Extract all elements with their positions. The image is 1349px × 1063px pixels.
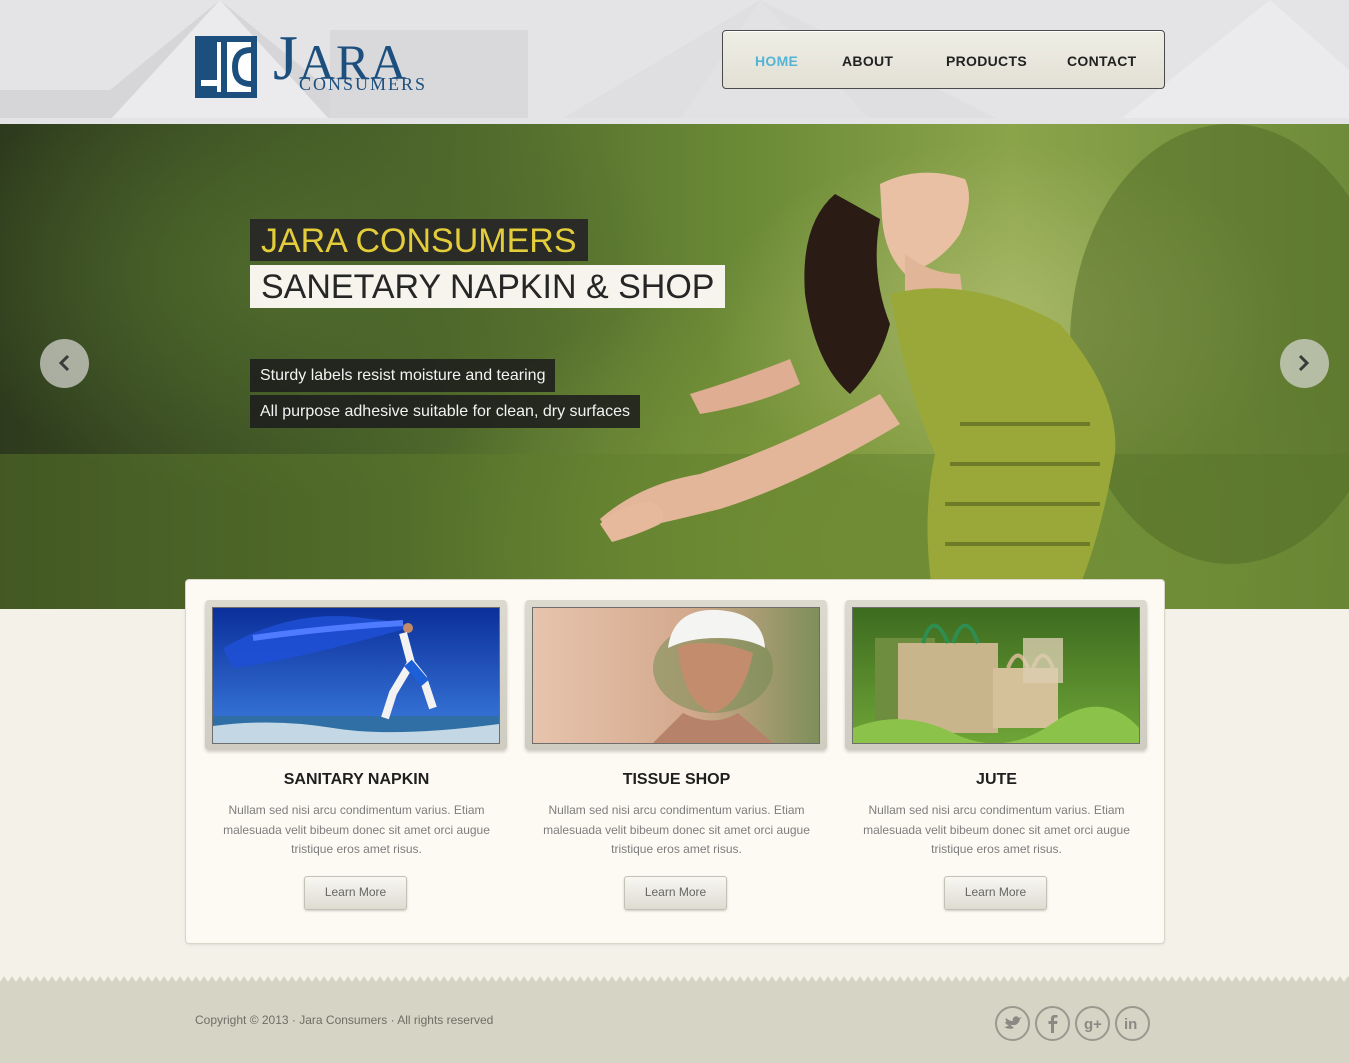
nav-contact[interactable]: CONTACT [1067,53,1137,69]
svg-text:in: in [1124,1016,1137,1033]
site-header: JARA CONSUMERS HOME ABOUT PRODUCTS CONTA… [0,0,1349,128]
sanitary-napkin-image[interactable] [212,607,500,744]
nav-about[interactable]: ABOUT [842,53,893,69]
card-image-frame [525,600,827,750]
copyright-text: Copyright © 2013 · Jara Consumers · All … [195,1013,494,1027]
twitter-icon[interactable] [995,1006,1030,1041]
logo-tagline: CONSUMERS [299,74,428,94]
hero-subtitle: SANETARY NAPKIN & SHOP [250,265,726,308]
svg-text:g+: g+ [1084,1016,1102,1033]
card-description: Nullam sed nisi arcu condimentum varius.… [223,803,490,856]
logo-mark-icon [195,36,257,98]
learn-more-button[interactable]: Learn More [624,876,727,910]
card-image-frame [845,600,1147,750]
card-description: Nullam sed nisi arcu condimentum varius.… [863,803,1130,856]
learn-more-button[interactable]: Learn More [944,876,1047,910]
nav-products[interactable]: PRODUCTS [946,53,1027,69]
google-plus-icon[interactable]: g+ [1075,1006,1110,1041]
products-panel: SANITARY NAPKIN Nullam sed nisi arcu con… [185,579,1165,944]
card-title: SANITARY NAPKIN [283,771,430,788]
card-title: JUTE [976,771,1017,788]
hero-feature-1: Sturdy labels resist moisture and tearin… [250,359,556,392]
hero-woman-image [0,124,1349,609]
chevron-right-icon [1298,354,1310,372]
learn-more-button[interactable]: Learn More [304,876,407,910]
chevron-left-icon [58,354,70,372]
hero-slider: JARA CONSUMERS SANETARY NAPKIN & SHOP St… [0,124,1349,609]
card-title: TISSUE SHOP [622,771,731,788]
linkedin-icon[interactable]: in [1115,1006,1150,1041]
hero-feature-2: All purpose adhesive suitable for clean,… [250,395,640,428]
card-image-frame [205,600,507,750]
card-description: Nullam sed nisi arcu condimentum varius.… [543,803,810,856]
hero-title: JARA CONSUMERS [250,219,588,261]
logo[interactable]: JARA CONSUMERS [195,26,428,104]
jute-image[interactable] [852,607,1140,744]
main-nav: HOME ABOUT PRODUCTS CONTACT [722,30,1165,89]
site-footer: Copyright © 2013 · Jara Consumers · All … [0,984,1349,1063]
nav-home[interactable]: HOME [755,53,798,69]
slider-prev-button[interactable] [40,339,89,388]
slider-next-button[interactable] [1280,339,1329,388]
tissue-shop-image[interactable] [532,607,820,744]
facebook-icon[interactable] [1035,1006,1070,1041]
